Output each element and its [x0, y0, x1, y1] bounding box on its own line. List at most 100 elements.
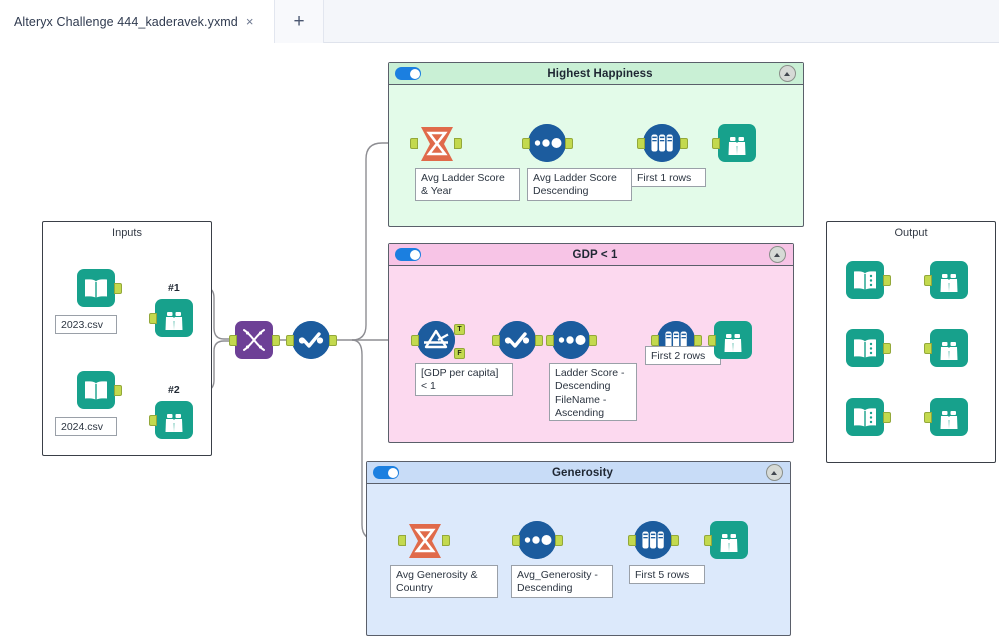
tool-label-gen-summarize: Avg Generosity & Country: [390, 565, 498, 598]
browse-icon: [930, 329, 968, 367]
tool-label-2024: 2024.csv: [55, 417, 117, 436]
union-icon: [235, 321, 273, 359]
container-inputs-title: Inputs: [112, 227, 142, 239]
output-anchor[interactable]: [114, 385, 122, 396]
tool-browse-2024[interactable]: [149, 401, 195, 441]
output-anchor[interactable]: [694, 335, 702, 346]
browse-icon: [155, 401, 193, 439]
tool-select-main[interactable]: [286, 321, 337, 361]
tool-output-3[interactable]: [846, 398, 891, 438]
chevron-up-icon[interactable]: [779, 65, 796, 82]
workflow-canvas[interactable]: Inputs 2023.csv 2024.csv #1 #2 Highest H…: [0, 43, 999, 636]
input-data-icon: [77, 269, 115, 307]
input-anchor[interactable]: [712, 138, 720, 149]
close-icon[interactable]: ×: [246, 15, 254, 28]
input-anchor[interactable]: [637, 138, 645, 149]
input-anchor[interactable]: [708, 335, 716, 346]
output-data-icon: [846, 329, 884, 367]
input-anchor[interactable]: [229, 335, 237, 346]
output-anchor[interactable]: [442, 535, 450, 546]
container-output-title: Output: [894, 227, 928, 239]
tool-label-gen-sample: First 5 rows: [629, 565, 705, 584]
output-data-icon: [846, 398, 884, 436]
output-anchor[interactable]: [329, 335, 337, 346]
input-anchor[interactable]: [651, 335, 659, 346]
tool-gdp-select[interactable]: [492, 321, 543, 361]
output-anchor[interactable]: [114, 283, 122, 294]
output-anchor[interactable]: [565, 138, 573, 149]
input-anchor[interactable]: [924, 343, 932, 354]
tool-output-browse-3[interactable]: [924, 398, 970, 438]
tool-hh-browse[interactable]: [712, 124, 758, 164]
container-enable-toggle[interactable]: [395, 248, 421, 261]
input-anchor[interactable]: [398, 535, 406, 546]
container-enable-toggle[interactable]: [373, 466, 399, 479]
summarize-icon: [416, 123, 456, 170]
output-anchor[interactable]: [454, 138, 462, 149]
output-anchor-false[interactable]: F: [454, 348, 465, 359]
input-anchor[interactable]: [628, 535, 636, 546]
container-highest-happiness-title: Highest Happiness: [547, 67, 653, 80]
tool-label-2023: 2023.csv: [55, 315, 117, 334]
browse-icon: [710, 521, 748, 559]
input-data-icon: [77, 371, 115, 409]
browse-icon: [718, 124, 756, 162]
tool-union[interactable]: [229, 321, 280, 361]
select-icon: [292, 321, 330, 359]
tool-input-2023[interactable]: [77, 269, 122, 309]
tool-gen-sort[interactable]: [512, 521, 563, 561]
tool-gdp-filter[interactable]: T F: [411, 321, 465, 361]
tool-label-gen-sort: Avg_Generosity - Descending: [511, 565, 613, 598]
tool-gen-summarize[interactable]: [398, 520, 450, 560]
new-tab-button[interactable]: +: [275, 0, 324, 43]
input-anchor[interactable]: [522, 138, 530, 149]
input-anchor[interactable]: [512, 535, 520, 546]
chevron-up-icon[interactable]: [766, 464, 783, 481]
tool-hh-summarize[interactable]: [410, 123, 462, 163]
output-anchor[interactable]: [272, 335, 280, 346]
output-anchor[interactable]: [883, 412, 891, 423]
output-anchor[interactable]: [535, 335, 543, 346]
tool-input-2024[interactable]: [77, 371, 122, 411]
output-anchor[interactable]: [589, 335, 597, 346]
output-data-icon: [846, 261, 884, 299]
container-gdp-title: GDP < 1: [572, 248, 618, 261]
input-anchor[interactable]: [924, 275, 932, 286]
tool-label-hh-summarize: Avg Ladder Score & Year: [415, 168, 520, 201]
container-enable-toggle[interactable]: [395, 67, 421, 80]
tool-hh-sort[interactable]: [522, 124, 573, 164]
input-anchor[interactable]: [286, 335, 294, 346]
sample-icon: [634, 521, 672, 559]
tool-label-gdp-sort: Ladder Score - Descending FileName - Asc…: [549, 363, 637, 421]
tool-output-browse-2[interactable]: [924, 329, 970, 369]
tool-gen-sample[interactable]: [628, 521, 679, 561]
input-anchor[interactable]: [492, 335, 500, 346]
input-anchor[interactable]: [546, 335, 554, 346]
tool-browse-2023[interactable]: [149, 299, 195, 339]
tool-output-1[interactable]: [846, 261, 891, 301]
tab-bar: Alteryx Challenge 444_kaderavek.yxmd × +: [0, 0, 999, 43]
output-anchor[interactable]: [883, 343, 891, 354]
tool-hh-sample[interactable]: [637, 124, 688, 164]
output-anchor[interactable]: [555, 535, 563, 546]
tool-gdp-browse[interactable]: [708, 321, 754, 361]
input-anchor[interactable]: [149, 313, 157, 324]
input-anchor[interactable]: [411, 335, 419, 346]
output-anchor-true[interactable]: T: [454, 324, 465, 335]
workflow-tab[interactable]: Alteryx Challenge 444_kaderavek.yxmd ×: [0, 0, 275, 43]
workflow-tab-label: Alteryx Challenge 444_kaderavek.yxmd: [14, 14, 238, 29]
output-anchor[interactable]: [883, 275, 891, 286]
input-anchor[interactable]: [410, 138, 418, 149]
browse-icon: [714, 321, 752, 359]
input-anchor[interactable]: [149, 415, 157, 426]
tool-gen-browse[interactable]: [704, 521, 750, 561]
input-anchor[interactable]: [924, 412, 932, 423]
chevron-up-icon[interactable]: [769, 246, 786, 263]
browse-icon: [930, 398, 968, 436]
output-anchor[interactable]: [671, 535, 679, 546]
tool-output-browse-1[interactable]: [924, 261, 970, 301]
output-anchor[interactable]: [680, 138, 688, 149]
input-anchor[interactable]: [704, 535, 712, 546]
tool-gdp-sort[interactable]: [546, 321, 597, 361]
tool-output-2[interactable]: [846, 329, 891, 369]
